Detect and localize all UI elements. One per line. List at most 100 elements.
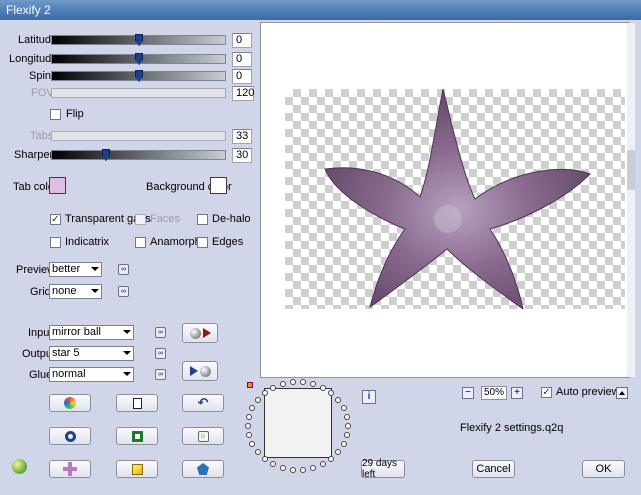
zoom-in-button[interactable]: +	[511, 387, 523, 399]
preset-dot[interactable]	[246, 413, 253, 420]
tabs-slider[interactable]	[51, 131, 226, 141]
collapse-up-button[interactable]	[616, 387, 628, 399]
auto-preview-checkbox[interactable]: ✓	[541, 387, 552, 398]
preset-dot[interactable]	[254, 448, 261, 455]
longitude-thumb[interactable]	[135, 53, 143, 65]
spin-value[interactable]: 0	[232, 69, 252, 84]
grid-select-value: none	[52, 285, 77, 297]
glue-select[interactable]: normal	[49, 367, 134, 382]
spin-slider[interactable]	[51, 70, 226, 82]
randomize-button[interactable]	[49, 394, 91, 412]
preset-dot[interactable]	[343, 413, 350, 420]
play-reverse-button[interactable]	[182, 361, 218, 381]
preset-dot[interactable]	[289, 379, 296, 386]
sharpen-slider[interactable]	[51, 149, 226, 161]
preset-dot[interactable]	[340, 405, 347, 412]
latitude-thumb[interactable]	[135, 34, 143, 46]
preset-dot[interactable]	[261, 455, 268, 462]
de-halo-checkbox[interactable]	[197, 214, 208, 225]
sharpen-value[interactable]: 30	[232, 148, 252, 163]
preset-dot[interactable]	[246, 432, 253, 439]
frame-icon	[131, 430, 143, 442]
anamorph-checkbox[interactable]	[135, 237, 146, 248]
preset-dot[interactable]	[270, 384, 276, 391]
zoom-out-button[interactable]: −	[462, 387, 474, 399]
faces-checkbox[interactable]	[135, 214, 146, 225]
preset-dot[interactable]	[261, 390, 268, 397]
zoom-level[interactable]: 50%	[481, 386, 507, 400]
flip-checkbox[interactable]	[50, 109, 61, 120]
grid-link-icon[interactable]: ∞	[118, 286, 129, 297]
preset-dot[interactable]	[320, 461, 326, 468]
preset-dot[interactable]	[279, 464, 286, 471]
preset-dot[interactable]	[345, 423, 351, 429]
output-select[interactable]: star 5	[49, 346, 134, 361]
preview-select[interactable]: better	[49, 262, 102, 277]
preview-link-icon[interactable]: ∞	[118, 264, 129, 275]
cancel-button[interactable]: Cancel	[472, 460, 515, 478]
output-link-icon[interactable]: ∞	[155, 348, 166, 359]
edges-checkbox[interactable]	[197, 237, 208, 248]
pentagon-icon	[197, 463, 209, 475]
preset-dot[interactable]	[328, 390, 335, 397]
preset-ring[interactable]	[245, 378, 354, 474]
ring-icon	[64, 430, 76, 442]
pentagon-button[interactable]	[182, 460, 224, 478]
info-icon[interactable]: i	[362, 390, 376, 404]
grid-select[interactable]: none	[49, 284, 102, 299]
flower-star-preview[interactable]	[285, 89, 625, 309]
longitude-value[interactable]: 0	[232, 52, 252, 67]
preset-dot[interactable]	[335, 397, 342, 404]
input-select[interactable]: mirror ball	[49, 325, 134, 340]
dice-button[interactable]: ⁘	[182, 427, 224, 445]
preview-scrollbar-thumb[interactable]	[627, 150, 635, 190]
ok-button[interactable]: OK	[582, 460, 625, 478]
preset-dot[interactable]	[249, 405, 256, 412]
edges-label: Edges	[212, 236, 244, 248]
preset-dot[interactable]	[320, 384, 326, 391]
flip-label: Flip	[66, 108, 84, 120]
tabs-value[interactable]: 33	[232, 129, 252, 144]
ring-button[interactable]	[49, 427, 91, 445]
preset-dot[interactable]	[343, 432, 350, 439]
cube-icon	[131, 463, 143, 475]
cube-button[interactable]	[116, 460, 158, 478]
latitude-value[interactable]: 0	[232, 33, 252, 48]
latitude-slider[interactable]	[51, 34, 226, 46]
sharpen-thumb[interactable]	[102, 149, 110, 161]
preset-dot[interactable]	[310, 381, 317, 388]
preset-dot[interactable]	[300, 466, 307, 473]
preset-dot[interactable]	[249, 440, 256, 447]
preset-dot[interactable]	[340, 440, 347, 447]
play-forward-button[interactable]	[182, 323, 218, 343]
preview-scrollbar[interactable]	[627, 23, 635, 377]
indicatrix-label: Indicatrix	[65, 236, 110, 248]
fov-value[interactable]: 120	[232, 86, 254, 101]
tab-color-swatch[interactable]	[49, 177, 66, 194]
copy-button[interactable]	[116, 394, 158, 412]
preset-dot[interactable]	[300, 379, 307, 386]
preset-dot[interactable]	[328, 455, 335, 462]
indicatrix-checkbox[interactable]	[50, 237, 61, 248]
preset-dot[interactable]	[279, 381, 286, 388]
preset-dot[interactable]	[335, 448, 342, 455]
globe-icon	[199, 365, 211, 377]
input-link-icon[interactable]: ∞	[155, 327, 166, 338]
glue-link-icon[interactable]: ∞	[155, 369, 166, 380]
cross-button[interactable]	[49, 460, 91, 478]
preset-dot[interactable]	[254, 397, 261, 404]
fov-slider[interactable]	[51, 88, 226, 98]
background-color-swatch[interactable]	[210, 177, 227, 194]
preset-dot[interactable]	[289, 466, 296, 473]
transparent-gaps-checkbox[interactable]: ✓	[50, 214, 61, 225]
trial-days-button[interactable]: 29 days left	[361, 458, 405, 480]
preset-dot[interactable]	[310, 464, 317, 471]
longitude-slider[interactable]	[51, 53, 226, 65]
chevron-up-icon	[619, 391, 625, 395]
spin-thumb[interactable]	[135, 70, 143, 82]
preset-dot[interactable]	[245, 423, 251, 429]
preset-dot[interactable]	[270, 461, 276, 468]
undo-button[interactable]: ↶	[182, 394, 224, 412]
frame-button[interactable]	[116, 427, 158, 445]
globe-icon	[189, 327, 201, 339]
